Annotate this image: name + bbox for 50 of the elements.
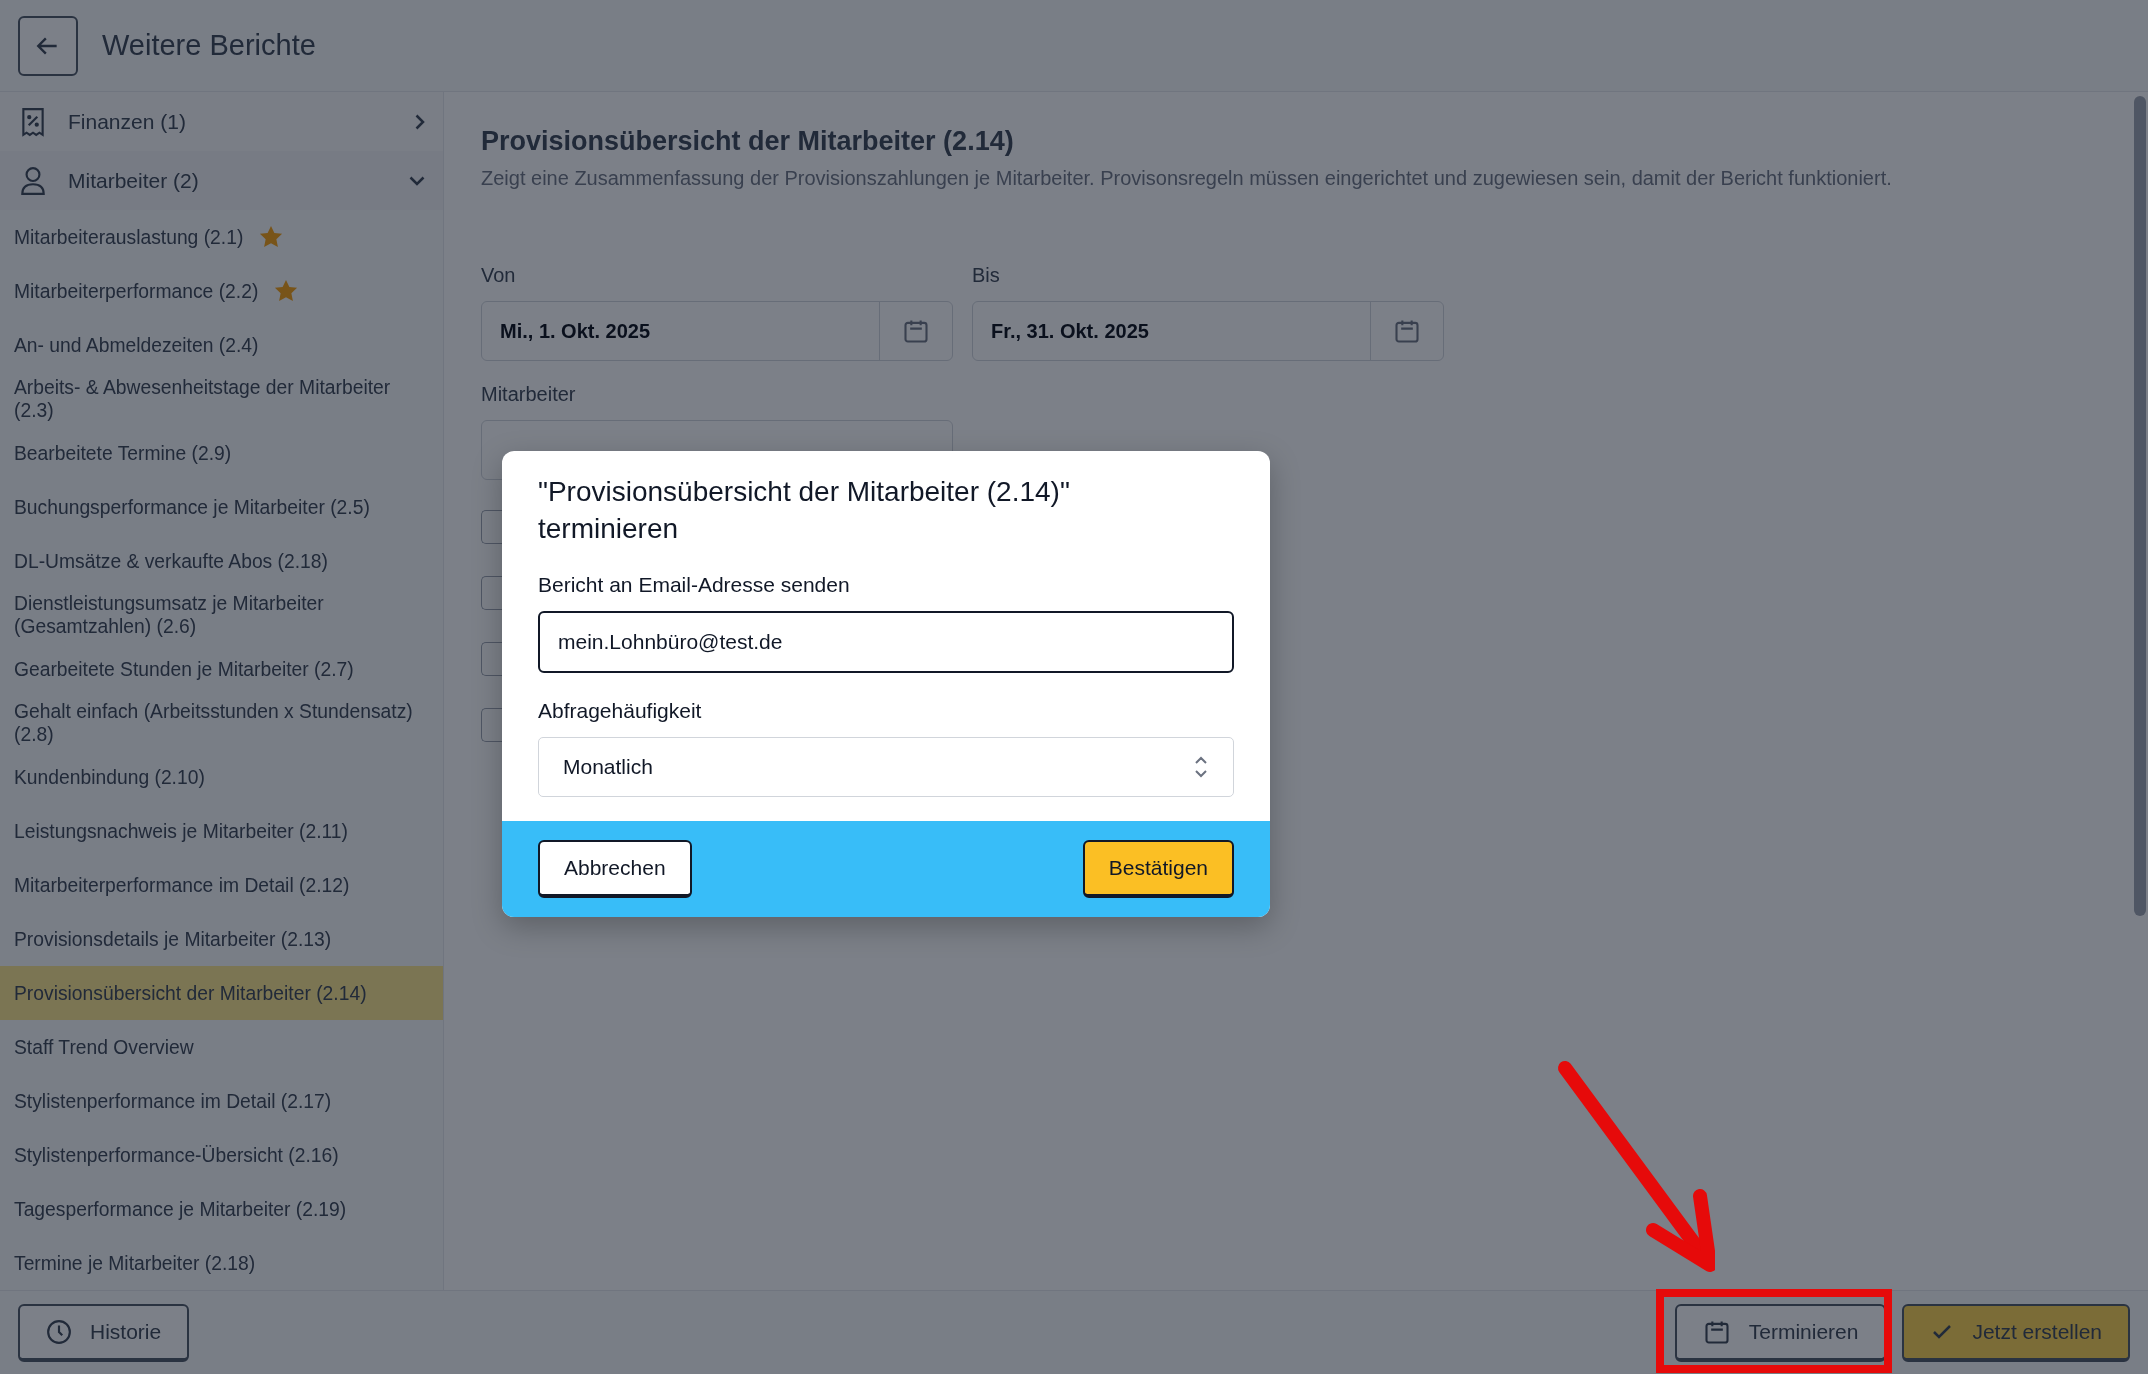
receipt-percent-icon: [20, 106, 46, 137]
field-label: Abfragehäufigkeit: [538, 699, 703, 723]
report-title: Provisionsübersicht der Mitarbeiter (2.14): [481, 126, 1015, 157]
cancel-button[interactable]: Abbrechen: [538, 840, 692, 898]
sidebar-item[interactable]: Mitarbeiterperformance (2.2): [0, 264, 443, 318]
email-input[interactable]: mein.Lohnbüro@test.de: [538, 611, 1234, 673]
page-title: Weitere Berichte: [102, 29, 316, 62]
checkbox[interactable]: [481, 576, 502, 610]
sidebar-item[interactable]: Dienstleistungsumsatz je Mitarbeiter (Gesamtzahlen) (2.6): [0, 588, 443, 642]
create-button[interactable]: Jetzt erstellen: [1902, 1303, 2130, 1362]
checkbox[interactable]: [481, 642, 502, 676]
date-field[interactable]: Fr., 31. Okt. 2025: [972, 301, 1444, 361]
sidebar-item[interactable]: Stylistenperformance im Detail (2.17): [0, 1074, 443, 1128]
history-button[interactable]: Historie: [18, 1303, 190, 1362]
field-label: Von: [481, 264, 517, 287]
sidebar-item[interactable]: Tagesperformance je Mitarbeiter (2.19): [0, 1182, 443, 1236]
updown-chevron-icon: [1193, 754, 1209, 780]
sidebar-item[interactable]: Kundenbindung (2.10): [0, 750, 443, 804]
sidebar-item[interactable]: Staff Trend Overview: [0, 1020, 443, 1074]
sidebar-item[interactable]: An- und Abmeldezeiten (2.4): [0, 318, 443, 372]
scrollbar[interactable]: [2134, 96, 2146, 916]
clock-icon: [46, 1318, 72, 1345]
checkbox[interactable]: [481, 708, 502, 742]
sidebar-item[interactable]: Arbeits- & Abwesenheitstage der Mitarbeiter (2.3): [0, 372, 443, 426]
sidebar-item[interactable]: Gearbeitete Stunden je Mitarbeiter (2.7): [0, 642, 443, 696]
sidebar-item[interactable]: Bearbeitete Termine (2.9): [0, 426, 443, 480]
checkbox[interactable]: [481, 510, 502, 544]
sidebar-item[interactable]: Mitarbeiterauslastung (2.1): [0, 210, 443, 264]
field-label: Bericht an Email-Adresse senden: [538, 573, 851, 597]
sidebar-item[interactable]: Termine je Mitarbeiter (2.18): [0, 1236, 443, 1290]
sidebar-item[interactable]: Stylistenperformance-Übersicht (2.16): [0, 1128, 443, 1182]
sidebar-item[interactable]: Provisionsübersicht der Mitarbeiter (2.14): [0, 966, 443, 1020]
chevron-icon: [415, 113, 425, 130]
chevron-icon: [409, 175, 425, 186]
dialog-title: "Provisionsübersicht der Mitarbeiter (2.14)" terminieren: [538, 475, 1071, 546]
date-field[interactable]: Mi., 1. Okt. 2025: [481, 301, 953, 361]
report-description: Zeigt eine Zusammenfassung der Provisionszahlungen je Mitarbeiter. Provisonsregeln müssen eingerichtet und zugewiesen sein, damit der Bericht funktioniert.: [481, 167, 1893, 190]
sidebar-item[interactable]: Mitarbeiterperformance im Detail (2.12): [0, 858, 443, 912]
field-label: Bis: [972, 264, 1001, 287]
schedule-button[interactable]: Terminieren: [1674, 1303, 1887, 1362]
sidebar-item[interactable]: Buchungsperformance je Mitarbeiter (2.5): [0, 480, 443, 534]
sidebar-item[interactable]: Gehalt einfach (Arbeitsstunden x Stundensatz) (2.8): [0, 696, 443, 750]
back-button[interactable]: [18, 15, 78, 76]
field-label: Mitarbeiter: [481, 383, 577, 406]
sidebar-item[interactable]: DL-Umsätze & verkaufte Abos (2.18): [0, 534, 443, 588]
user-icon: [20, 165, 46, 196]
sidebar-item[interactable]: Provisionsdetails je Mitarbeiter (2.13): [0, 912, 443, 966]
sidebar-item[interactable]: Leistungsnachweis je Mitarbeiter (2.11): [0, 804, 443, 858]
frequency-select[interactable]: Monatlich: [538, 737, 1234, 797]
confirm-button[interactable]: Bestätigen: [1082, 840, 1234, 898]
